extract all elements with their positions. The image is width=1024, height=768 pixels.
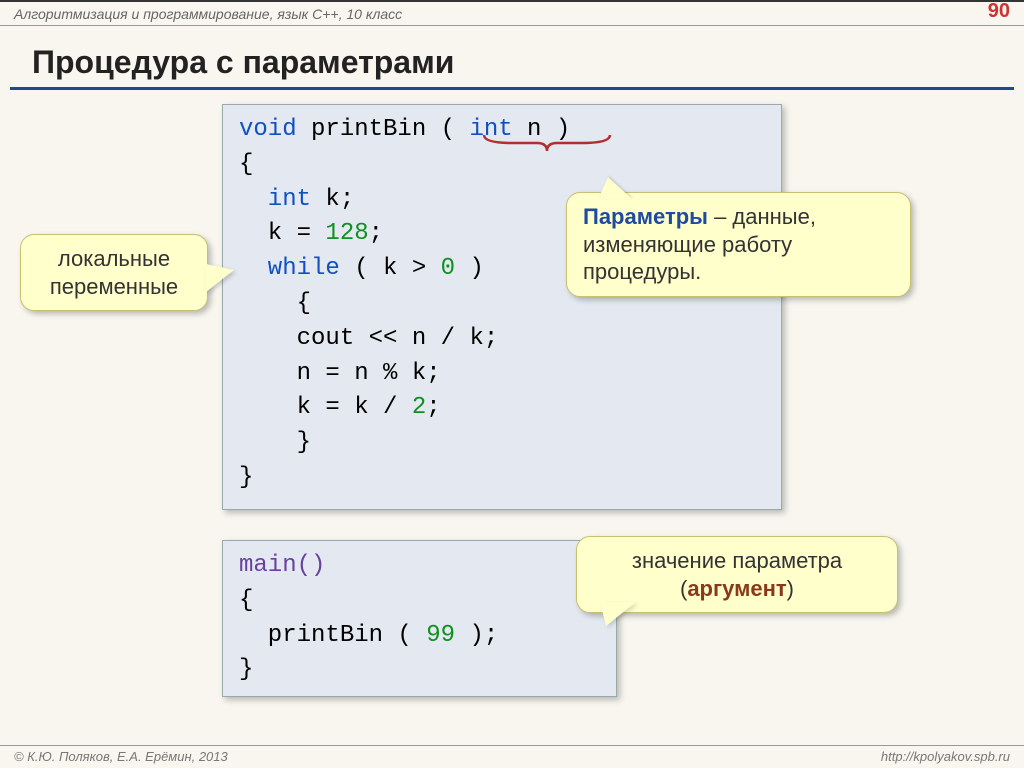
callout-local-vars: локальные переменные (20, 234, 208, 311)
slide-header: Алгоритмизация и программирование, язык … (0, 0, 1024, 26)
callout-parameters: Параметры – данные, изменяющие работу пр… (566, 192, 911, 297)
course-label: Алгоритмизация и программирование, язык … (14, 6, 402, 22)
copyright: © К.Ю. Поляков, Е.А. Ерёмин, 2013 (14, 749, 228, 764)
code-block-main: main() { printBin ( 99 ); } (222, 540, 617, 697)
callout-tail-icon (598, 177, 632, 199)
page-number: 90 (988, 0, 1010, 23)
callout-tail-icon (600, 602, 636, 626)
slide-footer: © К.Ю. Поляков, Е.А. Ерёмин, 2013 http:/… (0, 745, 1024, 768)
callout-tail-icon (206, 264, 234, 292)
footer-url: http://kpolyakov.spb.ru (881, 749, 1010, 764)
slide-title: Процедура с параметрами (10, 26, 1014, 90)
code-block-procedure: void printBin ( int n ) { int k; k = 128… (222, 104, 782, 510)
slide-body: void printBin ( int n ) { int k; k = 128… (0, 104, 1024, 744)
